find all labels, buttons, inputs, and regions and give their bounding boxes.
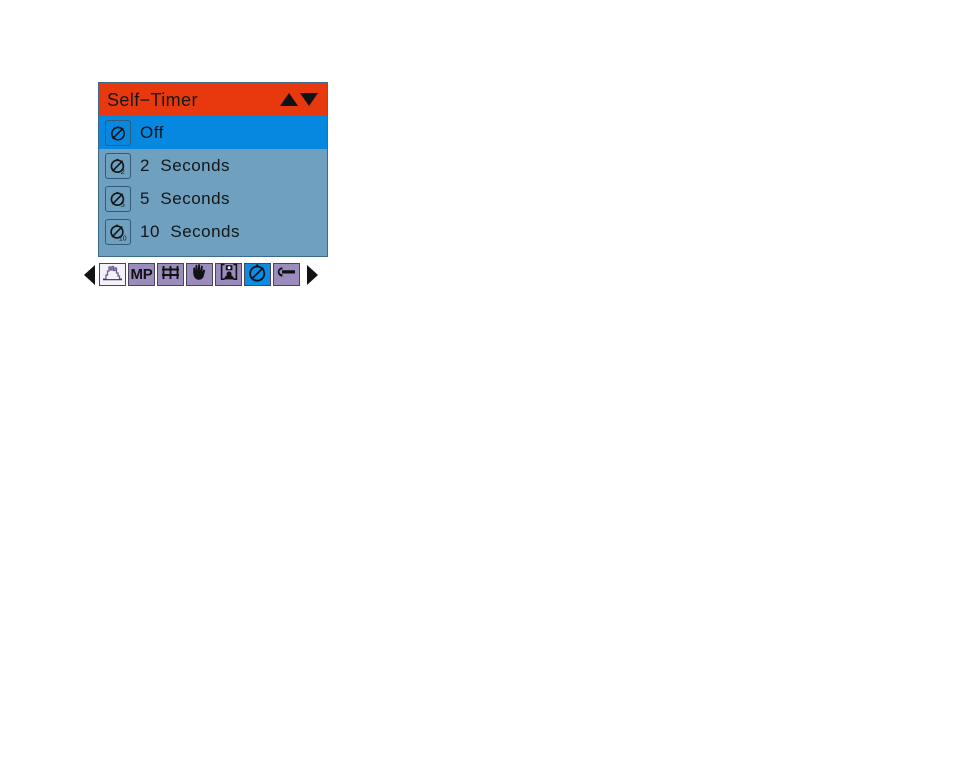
list-item-label: 5 Seconds xyxy=(140,189,231,208)
tab-portrait[interactable] xyxy=(215,263,242,286)
mode-tab-strip: MP xyxy=(84,261,346,288)
self-timer-2s-icon: 2 xyxy=(105,152,131,179)
tab-histogram[interactable] xyxy=(99,263,126,286)
list-item-10-seconds[interactable]: 10 10 Seconds xyxy=(99,215,327,248)
histogram-icon xyxy=(102,264,123,286)
svg-text:2: 2 xyxy=(121,167,125,176)
nav-next-icon[interactable] xyxy=(307,264,318,285)
rail-grid-icon xyxy=(160,264,181,286)
hand-icon xyxy=(190,263,209,286)
svg-text:10: 10 xyxy=(119,235,127,241)
list-item-label: 10 Seconds xyxy=(140,222,241,241)
self-timer-10s-icon: 10 xyxy=(105,218,131,245)
mp-label-icon: MP xyxy=(130,266,153,283)
tab-self-timer[interactable] xyxy=(244,263,271,286)
menu-title-bar: Self−Timer xyxy=(99,83,327,116)
triangle-up-icon[interactable] xyxy=(280,93,298,106)
nav-previous-icon[interactable] xyxy=(84,264,95,285)
option-list: Off 2 2 Seconds 5 5 Seconds 10 10 Second… xyxy=(99,116,327,248)
triangle-down-icon[interactable] xyxy=(300,93,318,106)
svg-text:5: 5 xyxy=(121,200,125,209)
list-item-off[interactable]: Off xyxy=(99,116,327,149)
self-timer-menu-panel: Self−Timer Off 2 2 Seconds 5 5 Seconds 1… xyxy=(98,82,328,257)
list-item-label: 2 Seconds xyxy=(140,156,231,175)
tab-setup[interactable] xyxy=(273,263,300,286)
wrench-icon xyxy=(276,264,297,285)
self-timer-off-icon xyxy=(105,119,131,146)
tab-rail[interactable] xyxy=(157,263,184,286)
list-item-label: Off xyxy=(140,123,164,142)
self-timer-5s-icon: 5 xyxy=(105,185,131,212)
tab-hand[interactable] xyxy=(186,263,213,286)
portrait-frame-icon xyxy=(219,263,239,286)
scroll-indicator-group xyxy=(280,93,318,106)
list-item-5-seconds[interactable]: 5 5 Seconds xyxy=(99,182,327,215)
tab-mp[interactable]: MP xyxy=(128,263,155,286)
self-timer-icon xyxy=(247,263,268,287)
page-title: Self−Timer xyxy=(107,89,198,110)
list-item-2-seconds[interactable]: 2 2 Seconds xyxy=(99,149,327,182)
